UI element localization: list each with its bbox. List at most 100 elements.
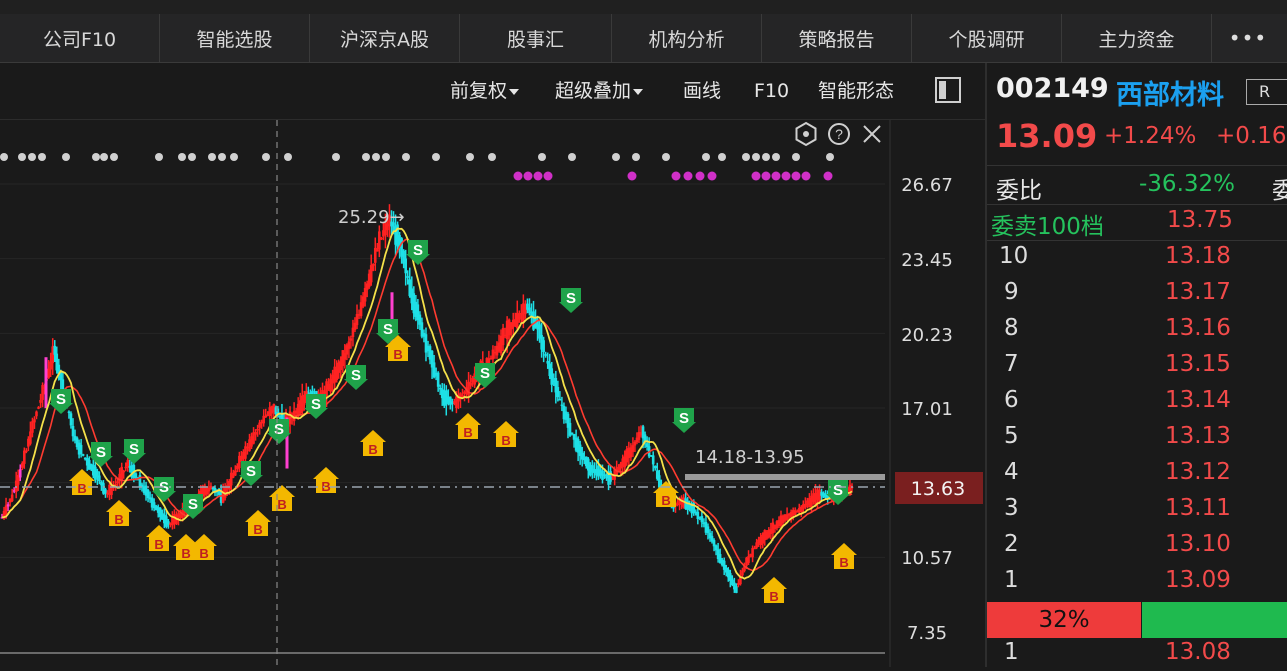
candle-body	[558, 399, 562, 401]
ask-level: 7	[1004, 351, 1019, 377]
svg-text:B: B	[253, 522, 262, 537]
dropdown-arrow-icon	[633, 88, 644, 95]
svg-text:B: B	[77, 481, 86, 496]
ask-level: 5	[1004, 423, 1019, 449]
candle-body	[371, 264, 375, 266]
tab-institution-analysis[interactable]: 机构分析	[612, 14, 762, 62]
more-tabs-button[interactable]: •••	[1212, 14, 1284, 62]
current-price-tag-label: 13.63	[911, 478, 965, 500]
ask-row[interactable]: 8 13.16	[987, 315, 1287, 351]
fuquan-dropdown[interactable]: 前复权	[450, 63, 520, 119]
fuquan-label: 前复权	[450, 80, 508, 102]
candle-body	[37, 407, 40, 409]
candle-body	[134, 473, 138, 478]
kline-chart[interactable]: SS SSSSSSSSSSSSSBBBB BBBBBBBBBBB ? 26.67 2…	[0, 120, 985, 667]
signal-dot	[18, 153, 26, 161]
candle-body	[436, 372, 440, 387]
signal-dot	[0, 153, 8, 161]
draw-button[interactable]: 画线	[683, 63, 721, 119]
svg-text:S: S	[311, 396, 321, 413]
tab-strategy-report[interactable]: 策略报告	[762, 14, 912, 62]
candle-body	[380, 237, 383, 240]
svg-text:S: S	[56, 391, 66, 408]
ask-level: 8	[1004, 315, 1019, 341]
candle-body	[256, 428, 259, 431]
signal-dot	[432, 153, 440, 161]
ask-price: 13.13	[1165, 423, 1231, 449]
overlay-dropdown[interactable]: 超级叠加	[555, 63, 644, 119]
ask-row[interactable]: 5 13.13	[987, 423, 1287, 459]
candle-body	[570, 432, 574, 434]
tab-main-capital[interactable]: 主力资金	[1062, 14, 1212, 62]
ask-row[interactable]: 1 13.09	[987, 567, 1287, 603]
svg-text:S: S	[383, 321, 393, 338]
svg-text:B: B	[501, 433, 510, 448]
tab-a-shares[interactable]: 沪深京A股	[310, 14, 460, 62]
candle-body	[258, 422, 261, 428]
signal-dot	[826, 153, 834, 161]
ask-row[interactable]: 3 13.11	[987, 495, 1287, 531]
signal-dot	[707, 171, 717, 181]
candle-body	[124, 466, 128, 469]
svg-text:B: B	[463, 425, 472, 440]
tab-smart-picker[interactable]: 智能选股	[160, 14, 310, 62]
candle-body	[126, 459, 130, 467]
sell-level-price: 13.75	[1167, 207, 1233, 233]
candle-body	[560, 404, 564, 407]
svg-text:B: B	[321, 479, 330, 494]
panel-toggle-icon[interactable]	[935, 77, 961, 103]
candle-body	[369, 265, 373, 283]
ask-level: 4	[1004, 459, 1019, 485]
candle-body	[653, 465, 657, 469]
svg-text:S: S	[129, 441, 139, 458]
kline-chart-area[interactable]: SSSSSSSSSSSSSSSBBBBBBBBBBBBBBB ? 26.67 2…	[0, 120, 985, 667]
candle-body	[706, 526, 710, 533]
sell-level-selector[interactable]: 委卖100档	[991, 207, 1104, 241]
signal-dot	[284, 153, 292, 161]
candle-body	[406, 276, 410, 278]
candle-body	[39, 399, 42, 403]
candle-body	[120, 466, 123, 480]
signal-dot	[513, 171, 523, 181]
ask-level: 9	[1004, 279, 1019, 305]
svg-text:B: B	[181, 546, 190, 561]
ask-row[interactable]: 6 13.14	[987, 387, 1287, 423]
ask-row[interactable]: 9 13.17	[987, 279, 1287, 315]
ask-row[interactable]: 2 13.10	[987, 531, 1287, 567]
tab-company-f10[interactable]: 公司F10	[0, 14, 160, 62]
f10-button[interactable]: F10	[754, 63, 789, 119]
ask-row[interactable]: 4 13.12	[987, 459, 1287, 495]
stock-code: 002149	[996, 73, 1109, 104]
svg-text:S: S	[96, 444, 106, 461]
signal-dot	[372, 153, 380, 161]
signal-dot	[612, 153, 620, 161]
svg-text:S: S	[246, 463, 256, 480]
signal-dot	[792, 153, 800, 161]
tab-stock-research[interactable]: 个股调研	[912, 14, 1062, 62]
candle-body	[438, 387, 442, 390]
ask-price: 13.18	[1165, 243, 1231, 269]
last-price: 13.09	[996, 117, 1098, 155]
svg-text:S: S	[833, 482, 843, 499]
r-button[interactable]: R	[1246, 79, 1287, 105]
stock-name[interactable]: 西部材料	[1116, 73, 1224, 112]
ask-row[interactable]: 10 13.18	[987, 243, 1287, 279]
ask-price: 13.10	[1165, 531, 1231, 557]
bid-row[interactable]: 1 13.08	[987, 639, 1287, 667]
svg-text:S: S	[351, 367, 361, 384]
svg-text:S: S	[679, 410, 689, 427]
candle-body	[33, 419, 36, 423]
candle-body	[651, 455, 655, 465]
pattern-button[interactable]: 智能形态	[818, 63, 894, 119]
ask-row[interactable]: 7 13.15	[987, 351, 1287, 387]
high-price-label: 25.29→	[338, 207, 405, 228]
signal-dot	[382, 153, 390, 161]
signal-dot	[752, 153, 760, 161]
divider	[987, 165, 1287, 166]
tab-stock-events[interactable]: 股事汇	[460, 14, 612, 62]
signal-dot	[671, 171, 681, 181]
signal-dot	[38, 153, 46, 161]
ask-price: 13.14	[1165, 387, 1231, 413]
signal-dot	[218, 153, 226, 161]
price-range-label: 14.18-13.95	[695, 447, 805, 468]
